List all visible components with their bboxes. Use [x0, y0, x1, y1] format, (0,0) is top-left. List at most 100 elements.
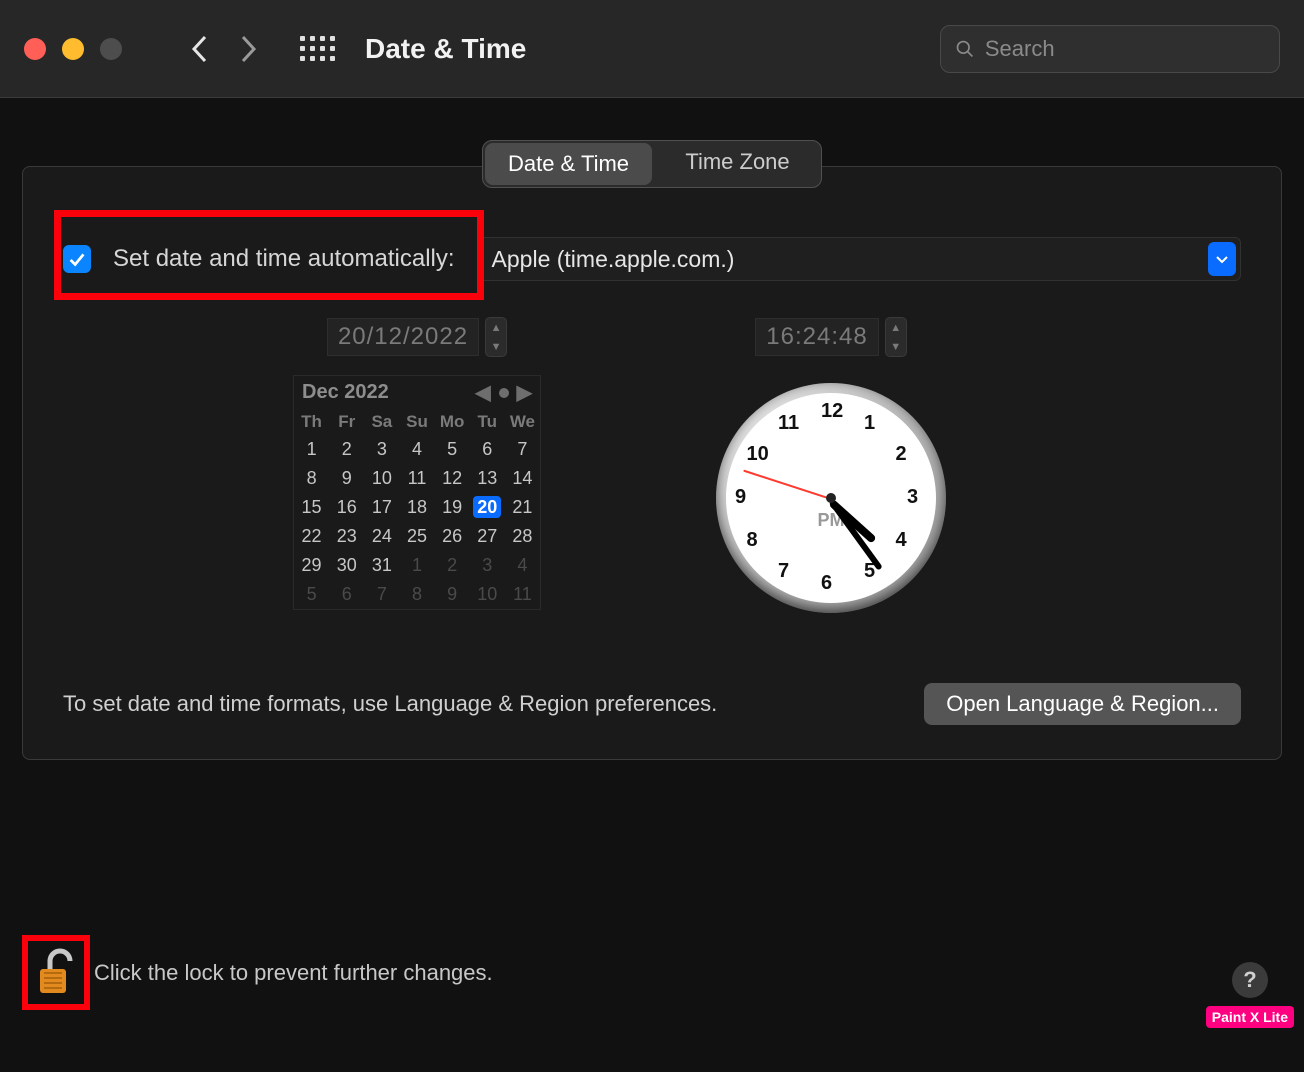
calendar-day[interactable]: 10: [470, 580, 505, 609]
calendar-day[interactable]: 9: [329, 464, 364, 493]
calendar-day[interactable]: 2: [435, 551, 470, 580]
minimize-window-button[interactable]: [62, 38, 84, 60]
tab-date-time[interactable]: Date & Time: [485, 143, 652, 185]
calendar-prev-icon[interactable]: ◀: [475, 380, 490, 405]
date-stepper[interactable]: ▲ ▼: [485, 317, 507, 357]
calendar-day[interactable]: 29: [294, 551, 329, 580]
calendar-day[interactable]: 5: [435, 435, 470, 464]
calendar-day[interactable]: 5: [294, 580, 329, 609]
calendar-day[interactable]: 21: [505, 493, 540, 522]
calendar-day[interactable]: 27: [470, 522, 505, 551]
calendar-day[interactable]: 8: [399, 580, 434, 609]
calendar-month-label: Dec 2022: [302, 381, 389, 404]
calendar-day-header: Fr: [329, 409, 364, 435]
calendar-day-header: Su: [399, 409, 434, 435]
chevron-down-icon: [1214, 251, 1230, 267]
calendar-day[interactable]: 13: [470, 464, 505, 493]
time-value: 16:24:48: [755, 318, 878, 356]
calendar-day[interactable]: 6: [470, 435, 505, 464]
lock-text: Click the lock to prevent further change…: [94, 960, 493, 986]
calendar-day-header: Tu: [470, 409, 505, 435]
show-all-icon[interactable]: [300, 36, 335, 61]
close-window-button[interactable]: [24, 38, 46, 60]
calendar-day-header: We: [505, 409, 540, 435]
calendar-day[interactable]: 3: [470, 551, 505, 580]
time-column: 16:24:48 ▲ ▼ 121234567891011 PM: [651, 317, 1011, 613]
time-server-combobox[interactable]: Apple (time.apple.com.): [477, 237, 1241, 281]
zoom-window-button[interactable]: [100, 38, 122, 60]
clock-number: 3: [907, 486, 918, 509]
search-icon: [955, 38, 975, 60]
calendar-day[interactable]: 18: [399, 493, 434, 522]
lock-open-icon[interactable]: [34, 947, 78, 997]
calendar-day[interactable]: 2: [329, 435, 364, 464]
calendar-day[interactable]: 1: [399, 551, 434, 580]
time-server-value: Apple (time.apple.com.): [492, 246, 1208, 273]
stepper-up-icon[interactable]: ▲: [886, 318, 906, 337]
tab-time-zone[interactable]: Time Zone: [654, 141, 821, 187]
stepper-down-icon[interactable]: ▼: [886, 337, 906, 356]
calendar-day[interactable]: 3: [364, 435, 399, 464]
calendar-day[interactable]: 16: [329, 493, 364, 522]
calendar-next-icon[interactable]: ▶: [517, 380, 532, 405]
calendar-day[interactable]: 24: [364, 522, 399, 551]
calendar-day[interactable]: 15: [294, 493, 329, 522]
date-field[interactable]: 20/12/2022 ▲ ▼: [293, 317, 541, 357]
open-language-region-button[interactable]: Open Language & Region...: [924, 683, 1241, 725]
calendar-day[interactable]: 6: [329, 580, 364, 609]
search-field[interactable]: [940, 25, 1280, 73]
calendar-day[interactable]: 28: [505, 522, 540, 551]
calendar-day[interactable]: 22: [294, 522, 329, 551]
footer-text: To set date and time formats, use Langua…: [63, 691, 717, 717]
watermark-badge: Paint X Lite: [1206, 1006, 1294, 1028]
calendar-today-icon[interactable]: [499, 388, 509, 398]
help-button[interactable]: ?: [1232, 962, 1268, 998]
calendar-day[interactable]: 11: [505, 580, 540, 609]
toolbar: Date & Time: [0, 0, 1304, 98]
annotation-highlight-lock: [22, 935, 90, 1010]
calendar-day[interactable]: 1: [294, 435, 329, 464]
calendar-day[interactable]: 10: [364, 464, 399, 493]
calendar-day[interactable]: 8: [294, 464, 329, 493]
calendar-day[interactable]: 31: [364, 551, 399, 580]
stepper-up-icon[interactable]: ▲: [486, 318, 506, 337]
forward-button[interactable]: [234, 29, 262, 69]
tab-bar: Date & Time Time Zone: [482, 140, 822, 188]
back-button[interactable]: [186, 29, 214, 69]
clock-number: 6: [821, 572, 832, 595]
time-field[interactable]: 16:24:48 ▲ ▼: [651, 317, 1011, 357]
lock-bar: Click the lock to prevent further change…: [22, 935, 493, 1010]
clock-number: 1: [864, 412, 875, 435]
calendar-day[interactable]: 17: [364, 493, 399, 522]
calendar-day[interactable]: 12: [435, 464, 470, 493]
time-stepper[interactable]: ▲ ▼: [885, 317, 907, 357]
calendar-day[interactable]: 14: [505, 464, 540, 493]
calendar-day[interactable]: 30: [329, 551, 364, 580]
calendar-day[interactable]: 20: [470, 493, 505, 522]
window-controls: [24, 38, 122, 60]
clock-number: 10: [747, 443, 769, 466]
calendar-day-header: Th: [294, 409, 329, 435]
clock-number: 4: [895, 529, 906, 552]
calendar-day[interactable]: 7: [505, 435, 540, 464]
settings-panel: Set date and time automatically: Apple (…: [22, 166, 1282, 760]
calendar-day[interactable]: 7: [364, 580, 399, 609]
date-column: 20/12/2022 ▲ ▼ Dec 2022 ◀ ▶ ThFrSaSuMoTu…: [293, 317, 541, 610]
annotation-highlight-auto: [55, 211, 483, 299]
calendar-day[interactable]: 23: [329, 522, 364, 551]
calendar-day[interactable]: 11: [399, 464, 434, 493]
calendar-day-header: Mo: [435, 409, 470, 435]
calendar-day[interactable]: 4: [505, 551, 540, 580]
calendar-day[interactable]: 26: [435, 522, 470, 551]
clock-number: 12: [821, 400, 843, 423]
calendar-day[interactable]: 19: [435, 493, 470, 522]
calendar-day[interactable]: 4: [399, 435, 434, 464]
calendar[interactable]: Dec 2022 ◀ ▶ ThFrSaSuMoTuWe1234567891011…: [293, 375, 541, 610]
analog-clock: 121234567891011 PM: [716, 383, 946, 613]
calendar-day[interactable]: 25: [399, 522, 434, 551]
calendar-day[interactable]: 9: [435, 580, 470, 609]
search-input[interactable]: [985, 36, 1265, 62]
stepper-down-icon[interactable]: ▼: [486, 337, 506, 356]
clock-number: 2: [895, 443, 906, 466]
combobox-dropdown-button[interactable]: [1208, 242, 1236, 276]
